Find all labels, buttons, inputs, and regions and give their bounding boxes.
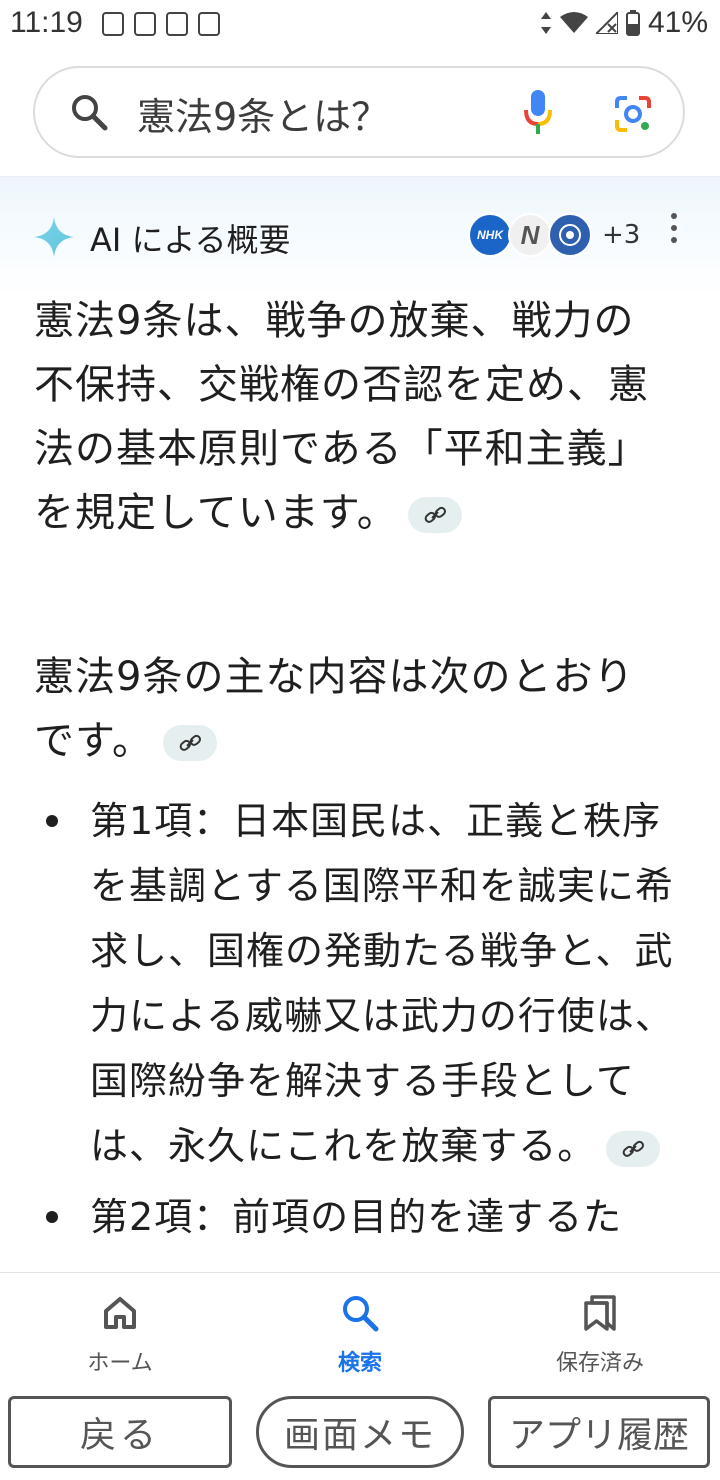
- ai-contents-intro: 憲法9条の主な内容は次のとおりです。: [34, 645, 674, 773]
- data-arrows-icon: [540, 12, 551, 34]
- bookmarks-icon: [584, 1295, 616, 1331]
- nav-home[interactable]: ホーム: [0, 1273, 240, 1389]
- summary-text: 憲法9条は、戦争の放棄、戦力の不保持、交戦権の否認を定め、憲法の基本原則である「…: [34, 298, 649, 536]
- search-bar[interactable]: 憲法9条とは？: [33, 66, 685, 158]
- source-icon-emblem[interactable]: [548, 213, 592, 257]
- list-item: 第2項：前項の目的を達するた: [34, 1185, 674, 1250]
- bottom-navigation: ホーム 検索 保存済み: [0, 1272, 720, 1389]
- nav-search-label: 検索: [337, 1351, 382, 1376]
- status-right: 41%: [540, 6, 708, 40]
- ai-overview-header: AI による概要 NHK N +3: [0, 177, 720, 287]
- list-item-text: 第1項：日本国民は、正義と秩序を基調とする国際平和を誠実に希求し、国権の発動たる…: [90, 799, 674, 1168]
- status-bar: 11:19 41%: [0, 0, 720, 52]
- download-icon: [198, 12, 220, 36]
- search-query[interactable]: 憲法9条とは？: [137, 86, 389, 141]
- status-time: 11:19: [10, 6, 83, 39]
- link-icon: [179, 734, 201, 751]
- ai-overview: AI による概要 NHK N +3 憲法9条は、戦争の放棄、戦力の不保持、交戦権…: [0, 176, 720, 1273]
- link-icon: [424, 506, 446, 523]
- source-link-chip[interactable]: [163, 725, 217, 761]
- wifi-icon: [559, 12, 588, 33]
- link-icon: [622, 1140, 645, 1157]
- sparkle-icon: [34, 217, 74, 257]
- battery-icon: [625, 10, 640, 36]
- app-notification-icon: [166, 12, 188, 36]
- system-button-bar: 戻る 画面メモ アプリ履歴: [0, 1388, 720, 1480]
- search-icon: [72, 95, 108, 131]
- search-icon: [343, 1296, 379, 1332]
- source-link-chip[interactable]: [606, 1130, 661, 1167]
- app-history-button[interactable]: アプリ履歴: [488, 1396, 710, 1468]
- ai-overview-title: AI による概要: [90, 221, 291, 259]
- nav-search[interactable]: 検索: [240, 1273, 480, 1389]
- bullet-point: [46, 815, 58, 827]
- mic-icon[interactable]: [523, 90, 553, 136]
- lens-icon[interactable]: [613, 94, 653, 134]
- bullet-point: [46, 1211, 58, 1223]
- more-options-icon[interactable]: [668, 213, 680, 243]
- intro-text: 憲法9条の主な内容は次のとおりです。: [34, 654, 635, 764]
- more-sources-count[interactable]: +3: [602, 213, 640, 257]
- source-icon-n[interactable]: N: [508, 213, 552, 257]
- list-item: 第1項：日本国民は、正義と秩序を基調とする国際平和を誠実に希求し、国権の発動たる…: [34, 789, 674, 1179]
- list-item-text: 第2項：前項の目的を達するた: [90, 1195, 623, 1239]
- home-icon: [104, 1297, 136, 1329]
- screen-memo-button[interactable]: 画面メモ: [256, 1396, 464, 1468]
- source-icons[interactable]: NHK N +3: [468, 213, 640, 257]
- search-header: 憲法9条とは？: [0, 52, 720, 176]
- source-icon-nhk[interactable]: NHK: [468, 213, 512, 257]
- contents-list: 第1項：日本国民は、正義と秩序を基調とする国際平和を誠実に希求し、国権の発動たる…: [34, 789, 674, 1256]
- source-link-chip[interactable]: [407, 497, 462, 533]
- app-notification-icon: [102, 12, 124, 36]
- back-button[interactable]: 戻る: [8, 1396, 232, 1468]
- nav-saved[interactable]: 保存済み: [480, 1273, 720, 1389]
- emblem-icon: [559, 224, 581, 246]
- signal-icon: [595, 12, 618, 34]
- battery-level: 41%: [647, 6, 708, 39]
- nav-home-label: ホーム: [87, 1351, 153, 1376]
- ai-summary-paragraph: 憲法9条は、戦争の放棄、戦力の不保持、交戦権の否認を定め、憲法の基本原則である「…: [34, 289, 674, 545]
- notification-icons: [102, 12, 220, 36]
- app-notification-icon: [134, 12, 156, 36]
- nav-saved-label: 保存済み: [555, 1351, 644, 1376]
